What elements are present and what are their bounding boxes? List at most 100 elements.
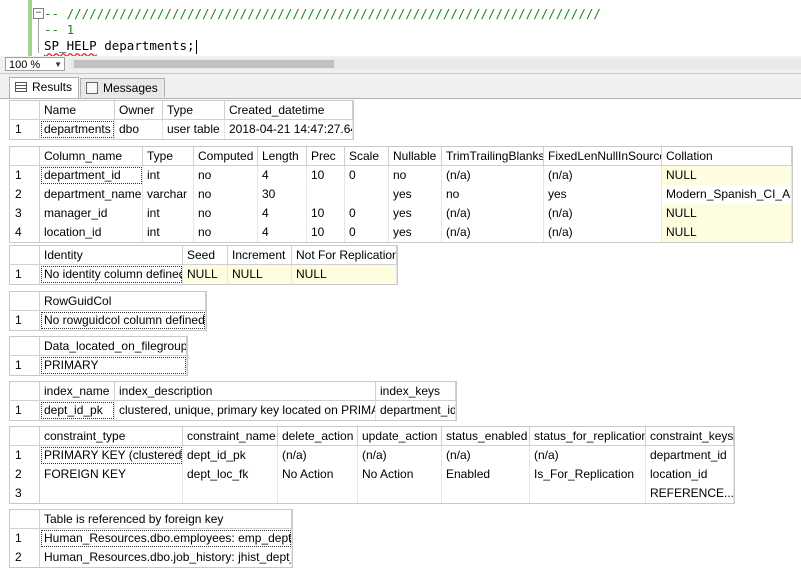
grid-cell[interactable] <box>307 185 345 204</box>
grid-corner[interactable] <box>10 382 40 401</box>
zoom-select[interactable]: 100 % ▼ <box>5 57 65 71</box>
row-number[interactable]: 1 <box>10 166 40 185</box>
column-header[interactable]: TrimTrailingBlanks <box>442 147 544 166</box>
grid-cell[interactable]: dept_id_pk <box>40 401 115 420</box>
grid-cell[interactable]: department_id <box>376 401 456 420</box>
grid-cell[interactable]: (n/a) <box>544 166 662 185</box>
chevron-down-icon[interactable]: ▼ <box>54 58 62 72</box>
grid-cell[interactable]: (n/a) <box>278 446 358 465</box>
column-header[interactable]: index_keys <box>376 382 456 401</box>
column-header[interactable]: Table is referenced by foreign key <box>40 510 292 529</box>
grid-cell[interactable]: NULL <box>662 166 792 185</box>
grid-cell[interactable]: yes <box>389 223 442 242</box>
grid-cell[interactable]: int <box>143 204 194 223</box>
result-grid[interactable]: constraint_type constraint_name delete_act… <box>9 426 735 504</box>
tab-results[interactable]: Results <box>9 77 80 98</box>
grid-cell[interactable]: department_id <box>646 446 734 465</box>
grid-cell[interactable]: No Action <box>358 465 442 484</box>
grid-cell[interactable]: department_name <box>40 185 143 204</box>
result-grid[interactable]: Table is referenced by foreign key 1 Human… <box>9 509 293 568</box>
scrollbar-thumb[interactable] <box>74 60 334 68</box>
grid-cell[interactable]: yes <box>544 185 662 204</box>
grid-cell[interactable]: Modern_Spanish_CI_AS <box>662 185 792 204</box>
grid-cell[interactable]: (n/a) <box>442 166 544 185</box>
grid-cell[interactable]: REFERENCE... <box>646 484 734 503</box>
grid-cell[interactable]: No rowguidcol column defined. <box>40 311 206 330</box>
column-header[interactable]: constraint_type <box>40 427 183 446</box>
grid-cell[interactable]: NULL <box>292 265 397 284</box>
row-number[interactable]: 2 <box>10 465 40 484</box>
column-header[interactable]: index_name <box>40 382 115 401</box>
column-header[interactable]: Created_datetime <box>225 101 353 120</box>
result-grid[interactable]: Identity Seed Increment Not For Replication… <box>9 245 398 285</box>
collapse-toggle-icon[interactable]: − <box>33 8 44 19</box>
column-header[interactable]: Data_located_on_filegroup <box>40 337 187 356</box>
result-grid[interactable]: Column_name Type Computed Length Prec Scale Nu… <box>9 146 793 243</box>
grid-cell[interactable]: (n/a) <box>530 446 646 465</box>
grid-cell[interactable]: 10 <box>307 223 345 242</box>
row-number[interactable]: 3 <box>10 484 40 503</box>
grid-cell[interactable]: Enabled <box>442 465 530 484</box>
column-header[interactable]: Identity <box>40 246 183 265</box>
grid-corner[interactable] <box>10 101 40 120</box>
grid-cell[interactable]: FOREIGN KEY <box>40 465 183 484</box>
column-header[interactable]: delete_action <box>278 427 358 446</box>
grid-cell[interactable]: dbo <box>115 120 163 139</box>
grid-cell[interactable]: varchar <box>143 185 194 204</box>
grid-cell[interactable]: manager_id <box>40 204 143 223</box>
grid-cell[interactable]: NULL <box>183 265 228 284</box>
grid-cell[interactable]: No Action <box>278 465 358 484</box>
grid-corner[interactable] <box>10 427 40 446</box>
grid-cell[interactable]: (n/a) <box>544 223 662 242</box>
grid-cell[interactable]: department_id <box>40 166 143 185</box>
grid-cell[interactable] <box>345 185 389 204</box>
grid-cell[interactable]: dept_loc_fk <box>183 465 278 484</box>
code-line-1[interactable]: -- /////////////////////////////////////… <box>44 6 601 21</box>
row-number[interactable]: 4 <box>10 223 40 242</box>
grid-cell[interactable]: PRIMARY KEY (clustered) <box>40 446 183 465</box>
grid-cell[interactable]: 4 <box>258 204 307 223</box>
grid-cell[interactable]: Human_Resources.dbo.job_history: jhist_d… <box>40 548 292 567</box>
row-number[interactable]: 1 <box>10 529 40 548</box>
row-number[interactable]: 1 <box>10 356 40 375</box>
grid-cell[interactable] <box>530 484 646 503</box>
grid-cell[interactable]: departments <box>40 120 115 139</box>
grid-cell[interactable]: 0 <box>345 204 389 223</box>
row-number[interactable]: 2 <box>10 548 40 567</box>
tab-messages[interactable]: Messages <box>80 78 165 97</box>
grid-cell[interactable]: clustered, unique, primary key located o… <box>115 401 376 420</box>
grid-cell[interactable]: (n/a) <box>442 446 530 465</box>
grid-cell[interactable]: location_id <box>40 223 143 242</box>
result-grid[interactable]: index_name index_description index_keys 1 de… <box>9 381 457 421</box>
grid-cell[interactable]: No identity column defined. <box>40 265 183 284</box>
grid-cell[interactable]: no <box>442 185 544 204</box>
grid-cell[interactable]: user table <box>163 120 225 139</box>
column-header[interactable]: Not For Replication <box>292 246 397 265</box>
grid-cell[interactable]: Human_Resources.dbo.employees: emp_dept_… <box>40 529 292 548</box>
grid-cell[interactable]: int <box>143 223 194 242</box>
row-number[interactable]: 1 <box>10 265 40 284</box>
grid-cell[interactable]: no <box>194 185 258 204</box>
grid-cell[interactable]: 0 <box>345 223 389 242</box>
column-header[interactable]: Scale <box>345 147 389 166</box>
column-header[interactable]: Seed <box>183 246 228 265</box>
grid-cell[interactable]: 0 <box>345 166 389 185</box>
grid-cell[interactable] <box>183 484 278 503</box>
column-header[interactable]: status_for_replication <box>530 427 646 446</box>
grid-corner[interactable] <box>10 147 40 166</box>
result-grid[interactable]: Name Owner Type Created_datetime 1 department… <box>9 100 354 140</box>
column-header[interactable]: constraint_keys <box>646 427 734 446</box>
grid-corner[interactable] <box>10 246 40 265</box>
grid-cell[interactable]: no <box>194 166 258 185</box>
code-line-2[interactable]: -- 1 <box>44 22 74 37</box>
row-number[interactable]: 3 <box>10 204 40 223</box>
column-header[interactable]: Type <box>143 147 194 166</box>
grid-cell[interactable]: int <box>143 166 194 185</box>
grid-cell[interactable]: no <box>194 223 258 242</box>
grid-cell[interactable] <box>442 484 530 503</box>
column-header[interactable]: Column_name <box>40 147 143 166</box>
column-header[interactable]: Type <box>163 101 225 120</box>
column-header[interactable]: update_action <box>358 427 442 446</box>
grid-cell[interactable]: (n/a) <box>358 446 442 465</box>
grid-cell[interactable] <box>358 484 442 503</box>
